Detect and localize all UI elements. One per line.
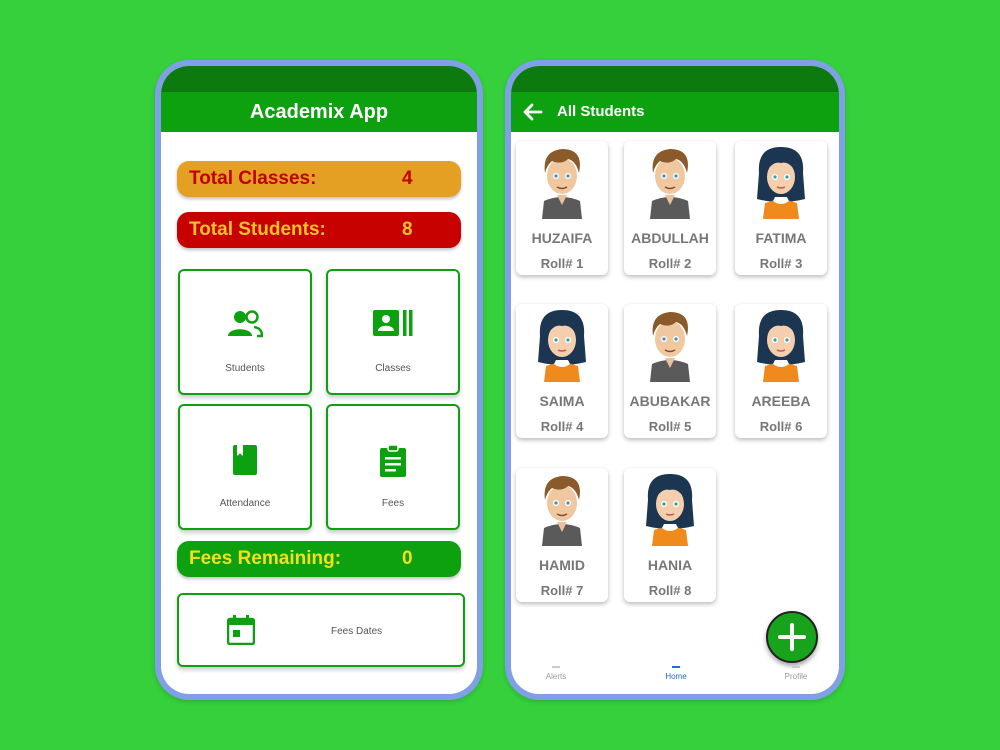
all-students-screen: All Students HUZAIFA Roll# 1 ABDULLAH Roll#… — [511, 66, 839, 694]
girl-avatar-icon — [646, 474, 694, 546]
attendance-tile[interactable]: Attendance — [178, 404, 312, 530]
screen-title: All Students — [557, 103, 645, 120]
total-students-value: 8 — [402, 219, 413, 240]
class-roster-icon — [372, 309, 414, 342]
total-classes-value: 4 — [402, 168, 413, 189]
student-roll: Roll# 2 — [648, 256, 692, 271]
boy-avatar-icon — [650, 312, 690, 382]
total-students-label: Total Students: — [189, 219, 326, 240]
book-icon — [232, 444, 258, 481]
student-roll: Roll# 4 — [540, 419, 584, 434]
clipboard-icon — [379, 444, 407, 483]
home-icon — [672, 666, 680, 668]
student-name: HUZAIFA — [531, 230, 593, 246]
all-students-phone: All Students HUZAIFA Roll# 1 ABDULLAH Roll#… — [505, 60, 845, 700]
nav-alerts[interactable]: Alerts — [516, 666, 596, 681]
student-roll: Roll# 8 — [648, 583, 692, 598]
girl-avatar-icon — [757, 310, 805, 382]
girl-avatar-icon — [538, 310, 586, 382]
student-roll: Roll# 5 — [648, 419, 692, 434]
student-name: SAIMA — [539, 393, 585, 409]
girl-avatar-icon — [757, 147, 805, 219]
nav-home-label: Home — [665, 672, 687, 681]
nav-profile[interactable]: Profile — [756, 666, 836, 681]
calendar-icon — [226, 615, 256, 650]
app-title: Academix App — [161, 92, 477, 132]
fees-tile[interactable]: Fees — [326, 404, 460, 530]
student-name: HAMID — [539, 557, 585, 573]
fees-remaining-label: Fees Remaining: — [189, 548, 342, 569]
people-icon — [227, 309, 264, 344]
attendance-tile-label: Attendance — [219, 498, 271, 509]
student-name: ABDULLAH — [631, 230, 709, 246]
student-name: FATIMA — [755, 230, 807, 246]
student-roll: Roll# 3 — [759, 256, 803, 271]
classes-tile[interactable]: Classes — [326, 269, 460, 395]
status-bar — [161, 66, 477, 92]
academix-home-phone: Academix App Total Classes: 4 Total Stud… — [155, 60, 483, 700]
student-card[interactable]: ABDULLAH Roll# 2 — [624, 141, 716, 275]
total-students-banner: Total Students: 8 — [177, 212, 461, 248]
home-screen: Academix App Total Classes: 4 Total Stud… — [161, 66, 477, 694]
student-card[interactable]: SAIMA Roll# 4 — [516, 304, 608, 438]
student-card[interactable]: AREEBA Roll# 6 — [735, 304, 827, 438]
classes-tile-label: Classes — [375, 363, 411, 374]
fees-remaining-value: 0 — [402, 548, 413, 569]
boy-avatar-icon — [650, 149, 690, 219]
student-roll: Roll# 6 — [759, 419, 803, 434]
student-name: HANIA — [647, 557, 693, 573]
students-tile[interactable]: Students — [178, 269, 312, 395]
profile-icon — [792, 666, 800, 668]
student-roll: Roll# 1 — [540, 256, 584, 271]
fees-dates-label: Fees Dates — [331, 626, 383, 637]
student-card[interactable]: HANIA Roll# 8 — [624, 468, 716, 602]
student-card[interactable]: ABUBAKAR Roll# 5 — [624, 304, 716, 438]
student-card[interactable]: HAMID Roll# 7 — [516, 468, 608, 602]
fees-remaining-banner: Fees Remaining: 0 — [177, 541, 461, 577]
student-roll: Roll# 7 — [540, 583, 584, 598]
boy-avatar-icon — [542, 476, 582, 546]
students-tile-label: Students — [225, 363, 265, 374]
plus-icon — [778, 623, 806, 651]
student-card[interactable]: FATIMA Roll# 3 — [735, 141, 827, 275]
back-arrow-icon[interactable] — [521, 100, 545, 128]
app-bar: All Students — [511, 92, 839, 132]
nav-profile-label: Profile — [784, 672, 808, 681]
fees-tile-label: Fees — [381, 498, 405, 509]
nav-alerts-label: Alerts — [545, 672, 567, 681]
student-name: AREEBA — [751, 393, 811, 409]
fees-dates-button[interactable]: Fees Dates — [177, 593, 465, 667]
nav-home[interactable]: Home — [636, 666, 716, 681]
total-classes-banner: Total Classes: 4 — [177, 161, 461, 197]
boy-avatar-icon — [542, 149, 582, 219]
alerts-icon — [552, 666, 560, 668]
student-name: ABUBAKAR — [629, 393, 711, 409]
status-bar — [511, 66, 839, 92]
add-student-button[interactable] — [766, 611, 818, 663]
total-classes-label: Total Classes: — [189, 168, 317, 189]
student-card[interactable]: HUZAIFA Roll# 1 — [516, 141, 608, 275]
